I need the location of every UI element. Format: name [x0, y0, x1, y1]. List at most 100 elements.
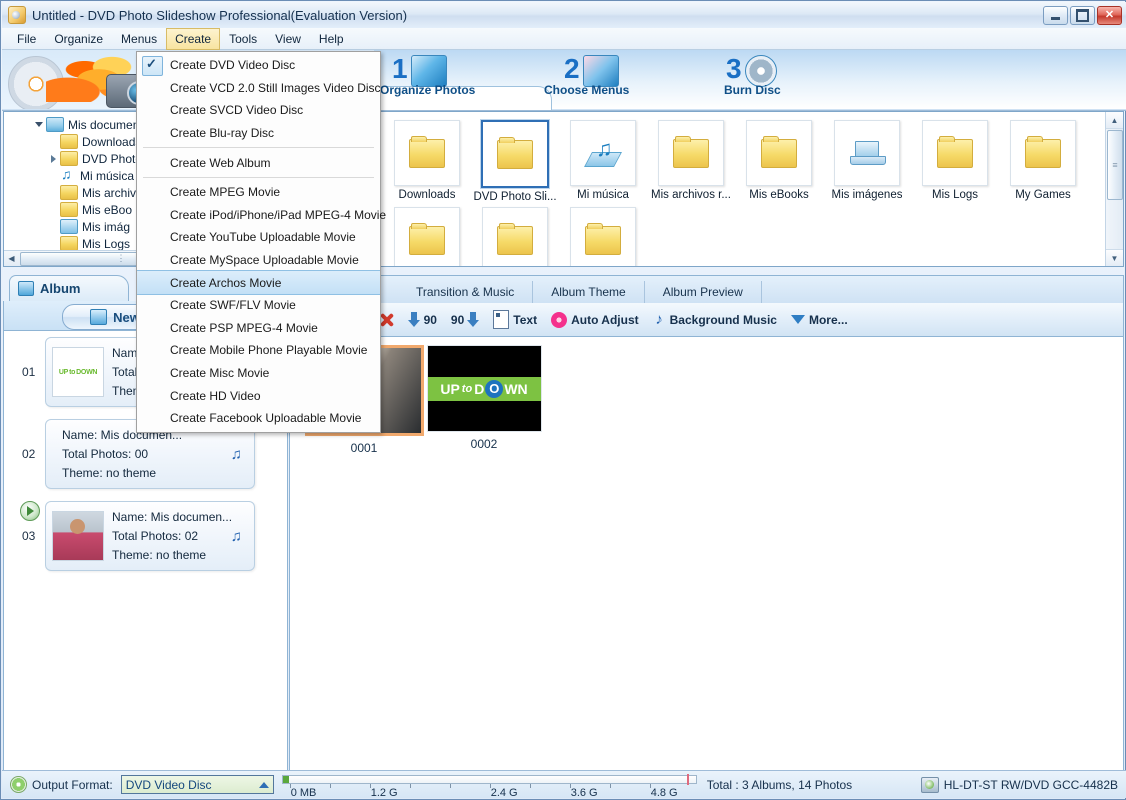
folder-item-mis-imagenes[interactable]: Mis imágenes: [823, 120, 911, 203]
photo-item-0002[interactable]: UP to D O WN 0002: [424, 345, 544, 455]
rotate-right-button[interactable]: 90: [451, 312, 480, 327]
folder-item-row2-c[interactable]: [559, 207, 647, 266]
tab-album-preview[interactable]: Album Preview: [645, 281, 762, 303]
more-button[interactable]: More...: [790, 313, 848, 327]
folder-icon: [409, 222, 445, 255]
folder-thumbnail: [394, 207, 460, 266]
menu-item-create-hd-video[interactable]: Create HD Video: [137, 384, 380, 407]
menu-item-label: Create SVCD Video Disc: [170, 103, 304, 118]
folder-label: Downloads: [398, 189, 456, 201]
maximize-button[interactable]: [1070, 6, 1095, 25]
rotate-left-button[interactable]: 90: [407, 312, 437, 327]
create-menu-dropdown[interactable]: Create DVD Video Disc Create VCD 2.0 Sti…: [136, 51, 386, 433]
menu-item-create-misc-movie[interactable]: Create Misc Movie: [137, 362, 380, 385]
menu-item-create-ipod-iphone-ipad-movie[interactable]: Create iPod/iPhone/iPad MPEG-4 Movie: [137, 204, 386, 227]
scroll-down-icon[interactable]: ▼: [1106, 249, 1123, 266]
application-window: Untitled - DVD Photo Slideshow Professio…: [0, 0, 1126, 800]
folder-item-row2-b[interactable]: [471, 207, 559, 266]
folder-thumbnail: [482, 207, 548, 266]
menu-item-create-psp-mpeg4-movie[interactable]: Create PSP MPEG-4 Movie: [137, 317, 380, 340]
menu-item-label: Create Facebook Uploadable Movie: [170, 411, 362, 426]
menu-menus[interactable]: Menus: [112, 28, 166, 50]
tick-label: 3.6 G: [570, 786, 598, 799]
menu-item-label: Create Mobile Phone Playable Movie: [170, 343, 368, 358]
tab-transition-music[interactable]: Transition & Music: [398, 281, 534, 303]
menu-item-create-blu-ray-disc[interactable]: Create Blu-ray Disc: [137, 122, 380, 145]
folder-item-dvd-photo-slideshow[interactable]: DVD Photo Sli...: [471, 120, 559, 203]
tab-album-theme[interactable]: Album Theme: [533, 281, 645, 303]
chevron-right-icon[interactable]: [46, 155, 60, 163]
folder-item-downloads[interactable]: Downloads: [383, 120, 471, 203]
thumbnail-logo: UP to DOWN: [58, 368, 98, 376]
photo-canvas[interactable]: 0001 UP to D O WN 0002: [289, 336, 1124, 771]
output-format-select[interactable]: DVD Video Disc: [120, 775, 274, 794]
tick-label: 1.2 G: [370, 786, 398, 799]
menu-item-create-youtube-movie[interactable]: Create YouTube Uploadable Movie: [137, 226, 380, 249]
menu-item-create-myspace-movie[interactable]: Create MySpace Uploadable Movie: [137, 249, 380, 272]
total-count-label: Total : 3 Albums, 14 Photos: [706, 777, 853, 792]
app-icon: [8, 6, 26, 24]
text-button[interactable]: Text: [493, 310, 537, 329]
album-play-button[interactable]: [20, 501, 40, 521]
album-icon: [18, 281, 34, 296]
album-card[interactable]: Name: Mis documen... Total Photos: 02 Th…: [45, 501, 255, 571]
step-burn-disc-label: Burn Disc: [724, 83, 781, 97]
folder-item-row2-a[interactable]: [383, 207, 471, 266]
folder-open-icon: [46, 117, 64, 132]
tab-album[interactable]: Album: [9, 275, 129, 301]
menu-file[interactable]: File: [8, 28, 45, 50]
chevron-up-icon[interactable]: [258, 781, 269, 788]
album-index: 01: [22, 365, 36, 379]
folder-item-mis-archivos[interactable]: Mis archivos r...: [647, 120, 735, 203]
scrollbar-thumb[interactable]: ≡: [1107, 130, 1123, 200]
photo-caption: 0002: [470, 437, 498, 451]
close-button[interactable]: ✕: [1097, 6, 1122, 25]
output-format-icon: [10, 776, 27, 793]
folder-icon: [60, 151, 78, 166]
folder-item-mi-musica[interactable]: Mi música: [559, 120, 647, 203]
menu-item-create-swf-flv-movie[interactable]: Create SWF/FLV Movie: [137, 294, 380, 317]
menu-item-create-mpeg-movie[interactable]: Create MPEG Movie: [137, 181, 380, 204]
menu-item-create-vcd-video-disc[interactable]: Create VCD 2.0 Still Images Video Disc: [137, 77, 381, 100]
folder-browser[interactable]: Downloads DVD Photo Sli... Mi música Mis…: [376, 111, 1124, 267]
logo-circle-o: O: [485, 379, 504, 398]
menu-item-create-svcd-video-disc[interactable]: Create SVCD Video Disc: [137, 99, 380, 122]
window-controls: ✕: [1043, 6, 1122, 25]
background-music-button[interactable]: ♪ Background Music: [653, 311, 777, 328]
menu-item-create-mobile-phone-movie[interactable]: Create Mobile Phone Playable Movie: [137, 339, 380, 362]
pictures-icon: [60, 219, 78, 234]
text-label: Text: [513, 312, 538, 327]
menu-item-create-web-album[interactable]: Create Web Album: [137, 151, 380, 174]
rotate-right-icon: [467, 312, 480, 327]
album-index: 03: [22, 529, 36, 543]
menu-create[interactable]: Create: [166, 27, 221, 50]
folder-item-my-games[interactable]: My Games: [999, 120, 1087, 203]
album-list-item[interactable]: 03 Name: Mis documen... Total Photos: 02…: [4, 495, 287, 577]
menu-tools[interactable]: Tools: [220, 28, 266, 50]
menu-item-create-archos-movie[interactable]: Create Archos Movie: [137, 270, 380, 295]
music-note-icon: ♫: [230, 446, 242, 463]
menu-help[interactable]: Help: [310, 28, 353, 50]
auto-adjust-button[interactable]: Auto Adjust: [551, 311, 639, 328]
menu-item-create-dvd-video-disc[interactable]: Create DVD Video Disc: [137, 54, 380, 77]
tree-node-label: Mis Logs: [82, 236, 131, 251]
folder-item-mis-logs[interactable]: Mis Logs: [911, 120, 999, 203]
menu-item-create-facebook-movie[interactable]: Create Facebook Uploadable Movie: [137, 407, 380, 430]
minimize-button[interactable]: [1043, 6, 1068, 25]
step-number: 1: [392, 53, 408, 84]
menu-organize[interactable]: Organize: [45, 28, 112, 50]
tree-node-label: Mis eBoo: [82, 202, 133, 217]
menu-item-label: Create iPod/iPhone/iPad MPEG-4 Movie: [170, 207, 387, 222]
step-choose-menus-label: Choose Menus: [544, 83, 630, 97]
folder-label: Mis imágenes: [831, 189, 903, 201]
close-icon: ✕: [1104, 9, 1115, 21]
thumbnail-photo: [53, 512, 103, 560]
logo-d: D: [474, 380, 485, 397]
scroll-left-icon[interactable]: ◀: [4, 252, 19, 266]
chevron-down-icon[interactable]: [32, 122, 46, 127]
menu-view[interactable]: View: [266, 28, 310, 50]
folder-item-mis-ebooks[interactable]: Mis eBooks: [735, 120, 823, 203]
browser-vertical-scrollbar[interactable]: ▲ ≡ ▼: [1105, 112, 1123, 266]
laptop-icon: [850, 140, 886, 167]
scroll-up-icon[interactable]: ▲: [1106, 112, 1123, 129]
